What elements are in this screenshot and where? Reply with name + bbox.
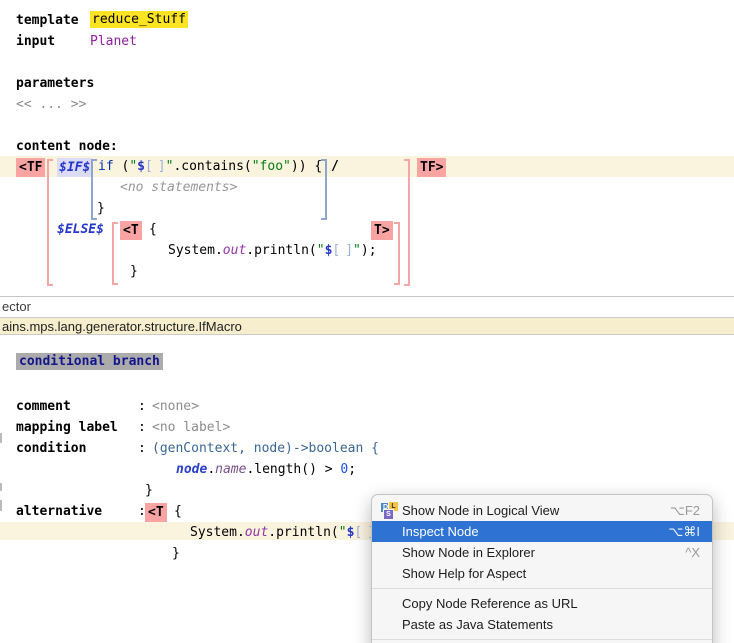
menu-separator bbox=[372, 639, 712, 640]
if-statement-cell[interactable]: if ("$[]".contains("foo")) { bbox=[98, 158, 322, 175]
inspector-panel-title: ector bbox=[2, 299, 31, 314]
menu-item-label: Inspect Node bbox=[402, 524, 479, 539]
input-label: input bbox=[16, 34, 56, 49]
comment-label: comment bbox=[16, 399, 71, 414]
else-close-brace[interactable]: } bbox=[130, 263, 138, 280]
menu-item-show-help-for-aspect[interactable]: Show Help for Aspect bbox=[372, 563, 712, 584]
inspector-breadcrumb[interactable]: ains.mps.lang.generator.structure.IfMacr… bbox=[0, 317, 734, 335]
panel-divider bbox=[0, 296, 734, 297]
edge-mark-decoration bbox=[0, 483, 2, 491]
menu-item-label: Show Node in Explorer bbox=[402, 545, 535, 560]
parameters-empty-cell[interactable]: << ... >> bbox=[16, 96, 86, 113]
bracket-decoration bbox=[91, 159, 97, 220]
menu-item-shortcut: ⌥⌘I bbox=[668, 523, 700, 539]
t-macro-open[interactable]: <T bbox=[120, 221, 142, 240]
logical-view-icon: D L S bbox=[381, 502, 398, 519]
comment-value-cell[interactable]: <none> bbox=[152, 398, 199, 415]
menu-item-label: Paste as Java Statements bbox=[402, 617, 554, 632]
println-statement-cell[interactable]: System.out.println("$[]"); bbox=[168, 242, 377, 259]
colon: : bbox=[138, 420, 146, 435]
condition-label: condition bbox=[16, 441, 87, 456]
content-node-label: content node: bbox=[16, 139, 118, 154]
else-macro-cell[interactable]: $ELSE$ bbox=[57, 221, 104, 238]
if-close-brace[interactable]: } bbox=[97, 200, 105, 217]
bracket-decoration bbox=[404, 159, 410, 286]
bracket-decoration bbox=[47, 159, 53, 286]
t-macro-close[interactable]: T> bbox=[371, 221, 393, 240]
alternative-label: alternative bbox=[16, 504, 103, 519]
bracket-decoration bbox=[112, 222, 118, 285]
if-macro-cell[interactable]: $IF$ bbox=[57, 158, 93, 177]
alt-close-brace[interactable]: } bbox=[172, 545, 180, 562]
edge-mark-decoration bbox=[0, 433, 2, 443]
mapping-label-value-cell[interactable]: <no label> bbox=[152, 419, 230, 436]
slash-cell[interactable]: / bbox=[331, 158, 339, 175]
alt-println-statement-cell[interactable]: System.out.println("$[]"); bbox=[190, 524, 399, 541]
mapping-label-label: mapping label bbox=[16, 420, 118, 435]
template-name-cell[interactable]: reduce_Stuff bbox=[90, 11, 188, 28]
empty-cell-close: ] bbox=[157, 159, 166, 174]
tf-macro-open[interactable]: <TF bbox=[16, 158, 46, 177]
else-open-brace[interactable]: { bbox=[149, 221, 157, 238]
condition-header-cell[interactable]: (genContext, node)->boolean { bbox=[152, 440, 379, 457]
menu-item-shortcut: ⌥F2 bbox=[669, 502, 700, 518]
breadcrumb-text: ains.mps.lang.generator.structure.IfMacr… bbox=[2, 318, 242, 334]
condition-body-cell[interactable]: node.name.length() > 0; bbox=[176, 461, 356, 478]
menu-item-label: Show Help for Aspect bbox=[402, 566, 527, 581]
mps-editor-window: template reduce_Stuff input Planet param… bbox=[0, 0, 734, 643]
menu-item-show-node-in-logical-view[interactable]: D L S Show Node in Logical View ⌥F2 bbox=[372, 500, 712, 521]
selected-node-cell[interactable]: conditional branch bbox=[16, 353, 163, 370]
alt-open-brace[interactable]: { bbox=[174, 503, 182, 520]
colon: : bbox=[138, 441, 146, 456]
colon: : bbox=[138, 399, 146, 414]
menu-item-paste-as-java-statements[interactable]: Paste as Java Statements bbox=[372, 614, 712, 635]
menu-item-show-node-in-explorer[interactable]: Show Node in Explorer ^X bbox=[372, 542, 712, 563]
bracket-decoration bbox=[321, 159, 327, 220]
menu-item-label: Copy Node Reference as URL bbox=[402, 596, 578, 611]
input-value-cell[interactable]: Planet bbox=[90, 33, 137, 50]
menu-item-shortcut: ^X bbox=[685, 545, 700, 560]
menu-item-label: Show Node in Logical View bbox=[402, 503, 560, 518]
tf-macro-close[interactable]: TF> bbox=[417, 158, 447, 177]
bracket-decoration bbox=[394, 222, 400, 285]
menu-separator bbox=[372, 588, 712, 589]
parameters-label: parameters bbox=[16, 76, 95, 91]
empty-cell-open[interactable]: [ bbox=[145, 159, 153, 174]
edge-mark-decoration bbox=[0, 500, 2, 511]
template-name-highlight[interactable]: reduce_Stuff bbox=[90, 11, 188, 28]
menu-item-copy-node-reference-as-url[interactable]: Copy Node Reference as URL bbox=[372, 593, 712, 614]
menu-item-inspect-node[interactable]: Inspect Node ⌥⌘I bbox=[372, 521, 712, 542]
alt-t-macro-open[interactable]: <T bbox=[145, 503, 167, 522]
condition-close-brace[interactable]: } bbox=[145, 482, 153, 499]
template-label: template bbox=[16, 13, 79, 28]
node-context-menu: D L S Show Node in Logical View ⌥F2 Insp… bbox=[371, 494, 713, 643]
no-statements-cell[interactable]: <no statements> bbox=[120, 179, 237, 196]
